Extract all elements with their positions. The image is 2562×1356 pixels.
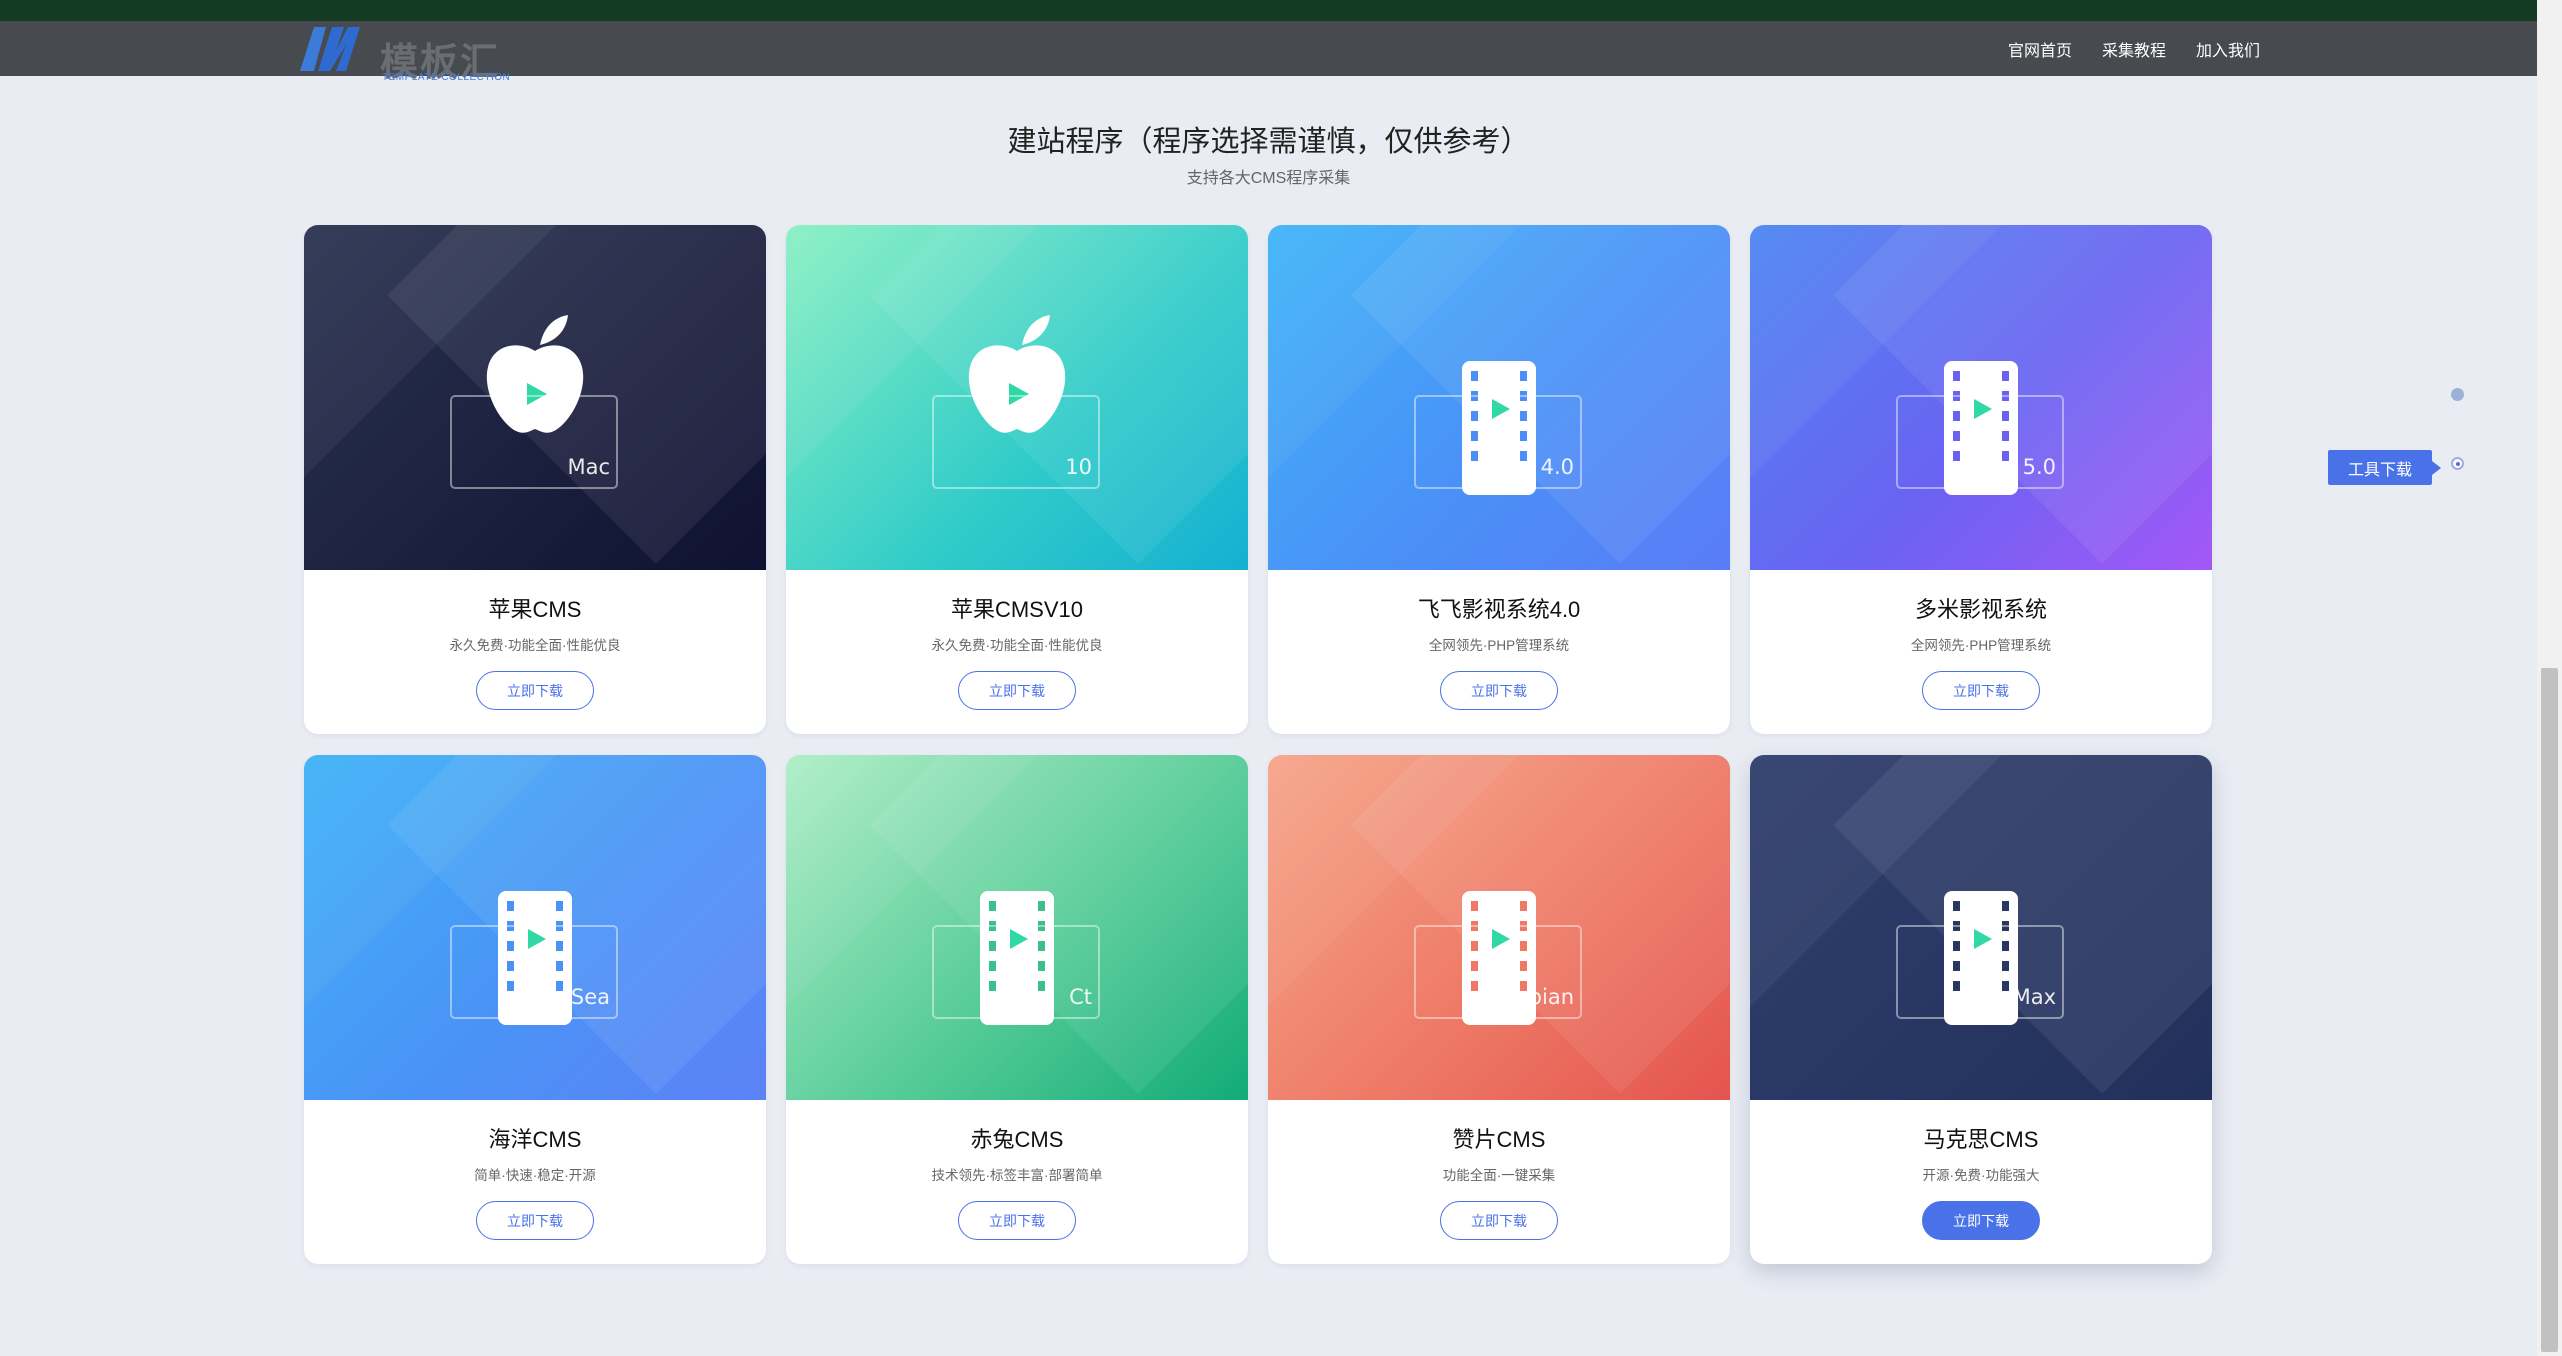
scrollbar-thumb[interactable] bbox=[2541, 668, 2558, 1352]
cms-version-tray: Mac bbox=[450, 395, 618, 489]
cms-version-badge: 4.0 bbox=[1540, 455, 1574, 479]
cms-card-banner: Max bbox=[1750, 755, 2212, 1100]
cms-description: 永久免费·功能全面·性能优良 bbox=[449, 638, 621, 653]
cms-description: 简单·快速·稳定·开源 bbox=[474, 1168, 596, 1183]
cms-version-tray: 5.0 bbox=[1896, 395, 2064, 489]
logo-subtitle: TEMPLATE COLLECTION bbox=[382, 72, 511, 83]
cms-card: 4.0 飞飞影视系统4.0 全网领先·PHP管理系统立即下载 bbox=[1268, 225, 1730, 734]
cms-card: Ct 赤兔CMS 技术领先·标签丰富·部署简单立即下载 bbox=[786, 755, 1248, 1264]
download-button[interactable]: 立即下载 bbox=[1440, 1201, 1558, 1240]
side-nav-dot[interactable] bbox=[2451, 388, 2464, 401]
cms-name: 飞飞影视系统4.0 bbox=[1417, 597, 1581, 622]
side-nav-dot-active[interactable] bbox=[2451, 457, 2464, 470]
site-logo[interactable]: 模板汇 TEMPLATE COLLECTION bbox=[300, 27, 530, 89]
cms-card-banner: 5.0 bbox=[1750, 225, 2212, 570]
cms-card: 10 苹果CMSV10 永久免费·功能全面·性能优良立即下载 bbox=[786, 225, 1248, 734]
download-button[interactable]: 立即下载 bbox=[476, 671, 594, 710]
main-nav: 官网首页 采集教程 加入我们 bbox=[2008, 21, 2260, 76]
cms-name: 多米影视系统 bbox=[1914, 597, 2047, 622]
cms-version-badge: Mac bbox=[567, 455, 610, 479]
cms-card-grid: Mac 苹果CMS 永久免费·功能全面·性能优良立即下载 10 苹果CMSV10 永久免费… bbox=[304, 225, 2212, 1264]
cms-description: 功能全面·一键采集 bbox=[1442, 1168, 1556, 1183]
cms-card-banner: Sea bbox=[304, 755, 766, 1100]
download-button[interactable]: 立即下载 bbox=[1922, 671, 2040, 710]
cms-card: Max 马克思CMS 开源·免费·功能强大立即下载 bbox=[1750, 755, 2212, 1264]
cms-version-badge: Sea bbox=[570, 985, 610, 1009]
cms-version-tray: 10 bbox=[932, 395, 1100, 489]
cms-name: 苹果CMS bbox=[488, 597, 582, 622]
cms-card-banner: zanpian bbox=[1268, 755, 1730, 1100]
side-nav-dots bbox=[2451, 386, 2465, 476]
cms-name: 赤兔CMS bbox=[970, 1127, 1064, 1152]
logo-mark-icon bbox=[300, 27, 360, 71]
cms-card: zanpian 赞片CMS 功能全面·一键采集立即下载 bbox=[1268, 755, 1730, 1264]
cms-description: 开源·免费·功能强大 bbox=[1922, 1168, 2040, 1183]
cms-version-badge: Max bbox=[2012, 985, 2056, 1009]
cms-card-banner: 10 bbox=[786, 225, 1248, 570]
download-button[interactable]: 立即下载 bbox=[958, 671, 1076, 710]
cms-version-tray: Sea bbox=[450, 925, 618, 1019]
cms-card-banner: Ct bbox=[786, 755, 1248, 1100]
cms-version-badge: 10 bbox=[1065, 455, 1092, 479]
cms-name: 海洋CMS bbox=[488, 1127, 582, 1152]
download-button[interactable]: 立即下载 bbox=[476, 1201, 594, 1240]
cms-version-badge: Ct bbox=[1069, 985, 1092, 1009]
nav-tutorial-link[interactable]: 采集教程 bbox=[2102, 37, 2166, 61]
cms-card-banner: 4.0 bbox=[1268, 225, 1730, 570]
cms-description: 技术领先·标签丰富·部署简单 bbox=[931, 1168, 1103, 1183]
section-title: 建站程序（程序选择需谨慎，仅供参考） bbox=[1007, 126, 1530, 158]
cms-card: Mac 苹果CMS 永久免费·功能全面·性能优良立即下载 bbox=[304, 225, 766, 734]
cms-name: 赞片CMS bbox=[1452, 1127, 1546, 1152]
cms-name: 马克思CMS bbox=[1923, 1127, 2039, 1152]
cms-description: 永久免费·功能全面·性能优良 bbox=[931, 638, 1103, 653]
section-subtitle: 支持各大CMS程序采集 bbox=[1186, 170, 1351, 187]
download-button[interactable]: 立即下载 bbox=[958, 1201, 1076, 1240]
top-strip bbox=[0, 0, 2537, 21]
cms-description: 全网领先·PHP管理系统 bbox=[1428, 638, 1570, 653]
cms-version-tray: Ct bbox=[932, 925, 1100, 1019]
download-button[interactable]: 立即下载 bbox=[1922, 1201, 2040, 1240]
cms-version-tray: zanpian bbox=[1414, 925, 1582, 1019]
tool-download-tooltip[interactable]: 工具下载 bbox=[2328, 450, 2441, 485]
cms-description: 全网领先·PHP管理系统 bbox=[1910, 638, 2052, 653]
nav-join-link[interactable]: 加入我们 bbox=[2196, 37, 2260, 61]
cms-version-badge: 5.0 bbox=[2022, 455, 2056, 479]
page-scrollbar[interactable] bbox=[2537, 0, 2562, 1356]
cms-version-tray: Max bbox=[1896, 925, 2064, 1019]
cms-name: 苹果CMSV10 bbox=[950, 597, 1084, 622]
cms-card: Sea 海洋CMS 简单·快速·稳定·开源立即下载 bbox=[304, 755, 766, 1264]
nav-home-link[interactable]: 官网首页 bbox=[2008, 37, 2072, 61]
download-button[interactable]: 立即下载 bbox=[1440, 671, 1558, 710]
cms-card-banner: Mac bbox=[304, 225, 766, 570]
cms-card: 5.0 多米影视系统全网领先·PHP管理系统立即下载 bbox=[1750, 225, 2212, 734]
cms-version-badge: zanpian bbox=[1491, 985, 1574, 1009]
cms-version-tray: 4.0 bbox=[1414, 395, 1582, 489]
